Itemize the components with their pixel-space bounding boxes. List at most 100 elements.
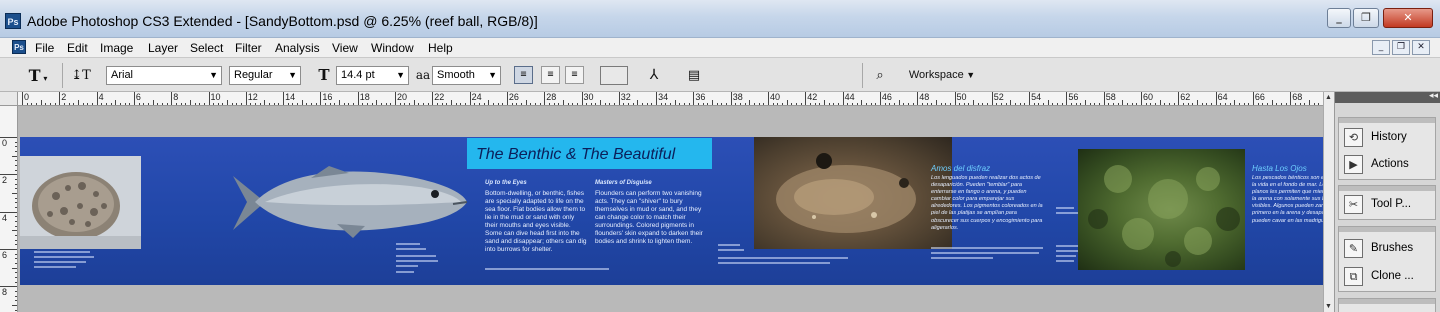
align-center-button[interactable]: ≡ [541, 66, 560, 84]
grouper-fish-image [225, 164, 470, 243]
document-canvas[interactable]: The Benthic & The Beautiful Up to the Ey… [20, 137, 1323, 285]
ruler-label: 38 [732, 92, 743, 102]
caption-line [1056, 260, 1074, 262]
menu-analysis[interactable]: Analysis [275, 41, 320, 55]
history-icon: ⟲ [1344, 128, 1363, 147]
caption-line [396, 260, 438, 262]
menu-help[interactable]: Help [428, 41, 453, 55]
menu-image[interactable]: Image [100, 41, 133, 55]
caption-line [485, 268, 609, 270]
ruler-tick [991, 92, 993, 105]
ruler-tick [0, 286, 17, 288]
ruler-label: 2 [61, 92, 67, 102]
ruler-label: 32 [620, 92, 631, 102]
font-size-icon: T [318, 66, 330, 84]
history-panel-button[interactable]: ⟲ History [1342, 126, 1432, 150]
menu-window[interactable]: Window [371, 41, 414, 55]
ruler-tick [506, 92, 508, 105]
close-button[interactable]: ✕ [1383, 8, 1433, 28]
spanish-col1-heading: Amos del disfraz [931, 164, 991, 173]
scroll-up-arrow-icon[interactable]: ▲ [1325, 94, 1332, 101]
spanish-col2-heading: Hasta Los Ojos [1252, 164, 1307, 173]
caption-line [931, 257, 993, 259]
character-panel-icon[interactable]: ▤ [684, 65, 704, 86]
vertical-scrollbar[interactable]: ▲ ▼ [1323, 92, 1334, 312]
ruler-tick [320, 92, 322, 105]
antialias-select[interactable]: Smooth ▼ [432, 66, 501, 85]
caption-line [396, 271, 414, 273]
dock-header[interactable]: ◂◂ [1335, 91, 1440, 103]
warp-text-icon[interactable]: ⅄ [643, 65, 665, 86]
ruler-tick [730, 92, 732, 105]
ruler-label: 8 [2, 287, 8, 298]
actions-panel-button[interactable]: ▶ Actions [1342, 153, 1432, 177]
collapse-dock-icon[interactable]: ◂◂ [1429, 91, 1438, 101]
doc-minimize-button[interactable]: _ [1372, 40, 1390, 55]
caption-line [1056, 255, 1076, 257]
ruler-tick [171, 92, 173, 105]
flounder-photo [754, 137, 952, 249]
font-style-select[interactable]: Regular ▼ [229, 66, 301, 85]
antialias-icon: aa [415, 68, 431, 82]
align-right-button[interactable]: ≡ [565, 66, 584, 84]
panel-group-tool-presets: ✂ Tool P... [1338, 185, 1436, 220]
horizontal-ruler[interactable]: 0 2 4 6 8 10 12 14 16 18 20 22 24 26 28 30 32 34 36 38 40 42 4… [18, 92, 1328, 106]
vertical-ruler[interactable]: 0 2 4 6 8 [0, 106, 18, 312]
ruler-label: 46 [881, 92, 892, 102]
panel-grip[interactable] [1339, 186, 1435, 191]
tool-presets-panel-button[interactable]: ✂ Tool P... [1342, 193, 1432, 217]
ruler-corner[interactable] [0, 92, 18, 106]
ruler-label: 6 [135, 92, 141, 102]
caption-line [396, 255, 436, 257]
document-icon[interactable]: Ps [12, 40, 26, 54]
ruler-label: 10 [210, 92, 221, 102]
col2-heading: Masters of Disguise [595, 180, 652, 186]
bridge-icon[interactable]: ⌕ [868, 65, 892, 86]
ruler-tick [96, 92, 98, 105]
menu-view[interactable]: View [332, 41, 358, 55]
menu-file[interactable]: File [35, 41, 54, 55]
ruler-label: 34 [658, 92, 669, 102]
ruler-label: 36 [695, 92, 706, 102]
brushes-panel-button[interactable]: ✎ Brushes [1342, 237, 1432, 261]
ruler-tick [245, 92, 247, 105]
ruler-label: 2 [2, 175, 8, 186]
col1-body: Bottom-dwelling, or benthic, fishes are … [485, 190, 587, 253]
text-color-swatch[interactable] [600, 66, 628, 85]
tool-presets-label: Tool P... [1371, 198, 1412, 210]
clone-source-panel-button[interactable]: ⧉ Clone ... [1342, 265, 1432, 289]
menu-edit[interactable]: Edit [67, 41, 88, 55]
type-tool-preset-icon[interactable]: T ▾ [22, 65, 54, 86]
panel-grip[interactable] [1339, 118, 1435, 123]
panel-grip[interactable] [1339, 227, 1435, 232]
font-size-select[interactable]: 14.4 pt ▼ [336, 66, 409, 85]
workspace-menu[interactable]: Workspace ▼ [906, 65, 978, 86]
minimize-button[interactable]: _ [1327, 8, 1351, 28]
seaweed-photo [1078, 149, 1245, 270]
photoshop-app-icon[interactable]: Ps [5, 13, 21, 29]
restore-button[interactable]: ❐ [1353, 8, 1379, 28]
ruler-label: 68 [1292, 92, 1303, 102]
spanish-col1-body: Los lenguados pueden realizar dos actos … [931, 175, 1043, 231]
align-left-button[interactable]: ≡ [514, 66, 533, 84]
brushes-icon: ✎ [1344, 239, 1363, 258]
ruler-tick [1029, 92, 1031, 105]
font-family-select[interactable]: Arial ▼ [106, 66, 222, 85]
caption-line [1056, 245, 1078, 247]
caption-line [396, 248, 426, 250]
ruler-tick [1290, 92, 1292, 105]
menu-filter[interactable]: Filter [235, 41, 262, 55]
menu-select[interactable]: Select [190, 41, 223, 55]
caption-line [718, 262, 830, 264]
caption-line [931, 247, 1043, 249]
col1-heading: Up to the Eyes [485, 180, 527, 186]
doc-restore-button[interactable]: ❐ [1392, 40, 1410, 55]
menu-layer[interactable]: Layer [148, 41, 178, 55]
ruler-label: 56 [1068, 92, 1079, 102]
ruler-label: 6 [2, 249, 8, 260]
text-orientation-icon[interactable]: ↨T [70, 65, 92, 86]
doc-close-button[interactable]: ✕ [1412, 40, 1430, 55]
scroll-down-arrow-icon[interactable]: ▼ [1325, 303, 1332, 310]
ruler-tick [1141, 92, 1142, 105]
panel-grip[interactable] [1339, 299, 1435, 304]
